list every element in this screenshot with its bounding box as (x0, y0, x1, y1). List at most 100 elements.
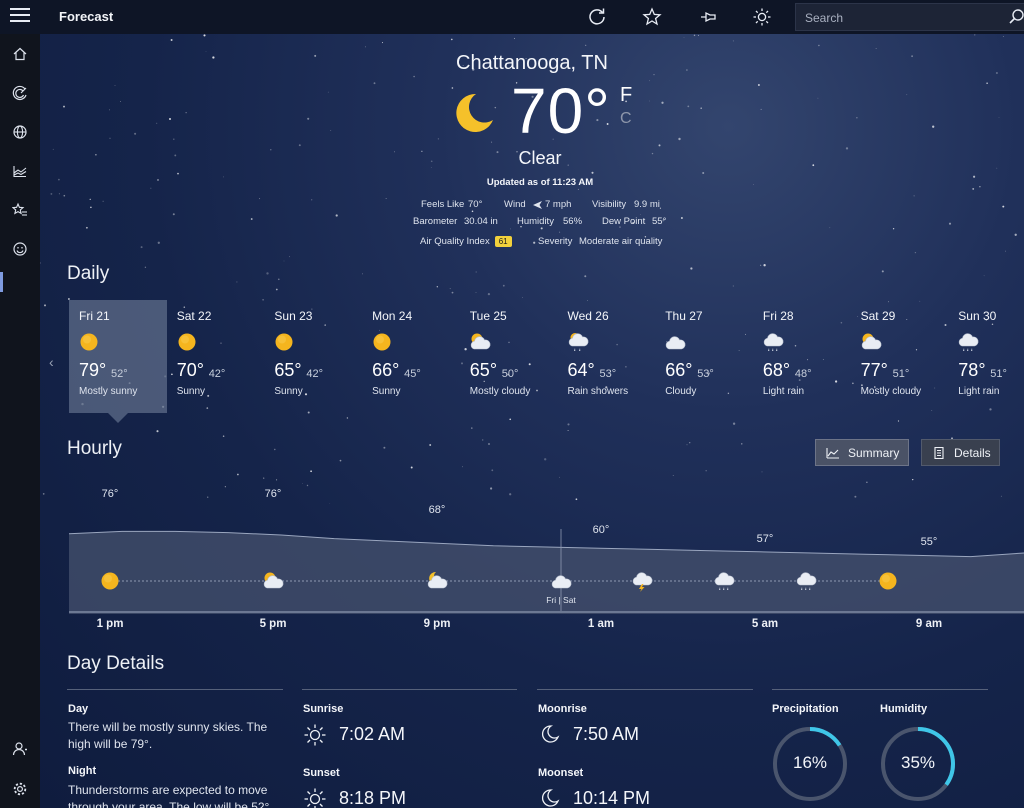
star (690, 267, 693, 270)
daily-day-card[interactable]: Sun 23 65° 42° Sunny (264, 300, 362, 413)
radar-icon (12, 85, 27, 101)
weather-app: Forecast Search Chattanooga, TN 70° F C … (0, 0, 1024, 808)
daily-day-card[interactable]: Sun 30 78° 51° Light rain (948, 300, 1024, 413)
star (410, 466, 413, 469)
search-input[interactable] (803, 9, 997, 27)
hourly-time-label: 1 am (587, 618, 615, 630)
star (222, 435, 225, 437)
star (259, 198, 261, 200)
rain-showers-icon (567, 331, 589, 353)
star (686, 444, 688, 446)
hourly-time-label: 5 am (751, 618, 779, 630)
sidebar-radar[interactable] (0, 75, 40, 111)
pin-icon[interactable] (697, 6, 719, 28)
unit-celsius-toggle[interactable]: C (620, 110, 632, 128)
unit-fahrenheit-toggle[interactable]: F (620, 84, 632, 107)
brightness-icon[interactable] (751, 6, 773, 28)
sidebar-settings[interactable] (0, 771, 40, 807)
star (266, 272, 269, 275)
aqi-row[interactable]: Air Quality Index 61 (420, 236, 512, 247)
star (168, 117, 172, 121)
day-summary-label: Day (68, 703, 89, 715)
hourly-details-button[interactable]: Details (921, 439, 1000, 466)
daily-day-card[interactable]: Fri 21 79° 52° Mostly sunny (69, 300, 167, 413)
precipitation-value: 16% (792, 753, 828, 772)
day-name: Mon 24 (372, 309, 413, 323)
chart-line-icon (826, 447, 839, 459)
star (514, 37, 515, 39)
daily-day-card[interactable]: Wed 26 64° 53° Rain showers (558, 300, 656, 413)
star (327, 91, 329, 93)
star (310, 470, 312, 473)
daily-day-card[interactable]: Fri 28 68° 48° Light rain (753, 300, 851, 413)
sidebar-maps[interactable] (0, 114, 40, 150)
star (906, 94, 908, 96)
star (567, 429, 569, 432)
star (44, 304, 46, 307)
day-name: Sun 23 (274, 309, 313, 323)
sidebar-favorites[interactable] (0, 192, 40, 228)
star (170, 39, 173, 41)
star (875, 48, 877, 49)
sunny-icon (879, 572, 897, 590)
search-icon[interactable] (1008, 8, 1024, 26)
star (932, 125, 935, 128)
humidity-detail-label: Humidity (880, 703, 928, 715)
star (177, 172, 179, 175)
star (974, 34, 976, 36)
star (732, 285, 734, 287)
star (172, 213, 175, 216)
day-name: Fri 28 (762, 309, 794, 323)
sidebar-account[interactable] (0, 731, 40, 767)
details-list-icon (934, 446, 944, 459)
night-summary-label: Night (68, 765, 97, 777)
day-condition: Sunny (372, 386, 401, 397)
visibility-label: Visibility (592, 199, 627, 210)
humidity-label: Humidity (517, 216, 554, 227)
sidebar-home[interactable] (0, 36, 40, 72)
day-high-temp: 68° (762, 360, 791, 380)
night-summary-text: Thunderstorms are expected to move throu… (68, 783, 273, 808)
star (298, 144, 301, 147)
sidebar-historical[interactable] (0, 153, 40, 189)
moonrise-icon (542, 725, 560, 743)
star (58, 193, 60, 195)
star (451, 87, 454, 89)
star (451, 291, 454, 294)
daily-day-card[interactable]: Tue 25 65° 50° Mostly cloudy (460, 300, 558, 413)
star (63, 194, 66, 197)
daily-prev-arrow[interactable]: ‹ (49, 354, 54, 370)
hourly-summary-button[interactable]: Summary (815, 439, 909, 466)
sunset-icon (304, 788, 326, 808)
daily-day-card[interactable]: Mon 24 66° 45° Sunny (362, 300, 460, 413)
hamburger-menu-button[interactable] (10, 8, 30, 24)
star (892, 228, 895, 230)
star (364, 46, 366, 48)
severity-label: Severity (538, 236, 573, 247)
star (856, 117, 858, 119)
star (913, 195, 915, 197)
hourly-temp-label: 68° (429, 504, 446, 516)
daily-day-card[interactable]: Sat 29 77° 51° Mostly cloudy (851, 300, 949, 413)
favorite-star-icon[interactable] (641, 6, 663, 28)
day-condition: Mostly sunny (79, 386, 138, 397)
star (173, 138, 175, 140)
star (659, 207, 661, 209)
daily-section-title: Daily (67, 263, 110, 284)
app-title: Forecast (59, 9, 114, 24)
star (829, 227, 831, 229)
star (1002, 36, 1004, 37)
refresh-icon[interactable] (586, 6, 608, 28)
star (449, 288, 451, 290)
daily-day-card[interactable]: Sat 22 70° 42° Sunny (167, 300, 265, 413)
star (761, 471, 763, 473)
moonrise-time: 7:50 AM (573, 724, 640, 744)
hourly-section-title: Hourly (67, 438, 122, 459)
daily-day-card[interactable]: Thu 27 66° 53° Cloudy (655, 300, 753, 413)
day-high-temp: 64° (567, 360, 595, 380)
search-box[interactable] (795, 3, 1024, 31)
day-summary-text: There will be mostly sunny skies. The hi… (68, 720, 268, 751)
sidebar-life[interactable] (0, 231, 40, 267)
location-name: Chattanooga, TN (456, 52, 608, 74)
star (109, 137, 111, 139)
